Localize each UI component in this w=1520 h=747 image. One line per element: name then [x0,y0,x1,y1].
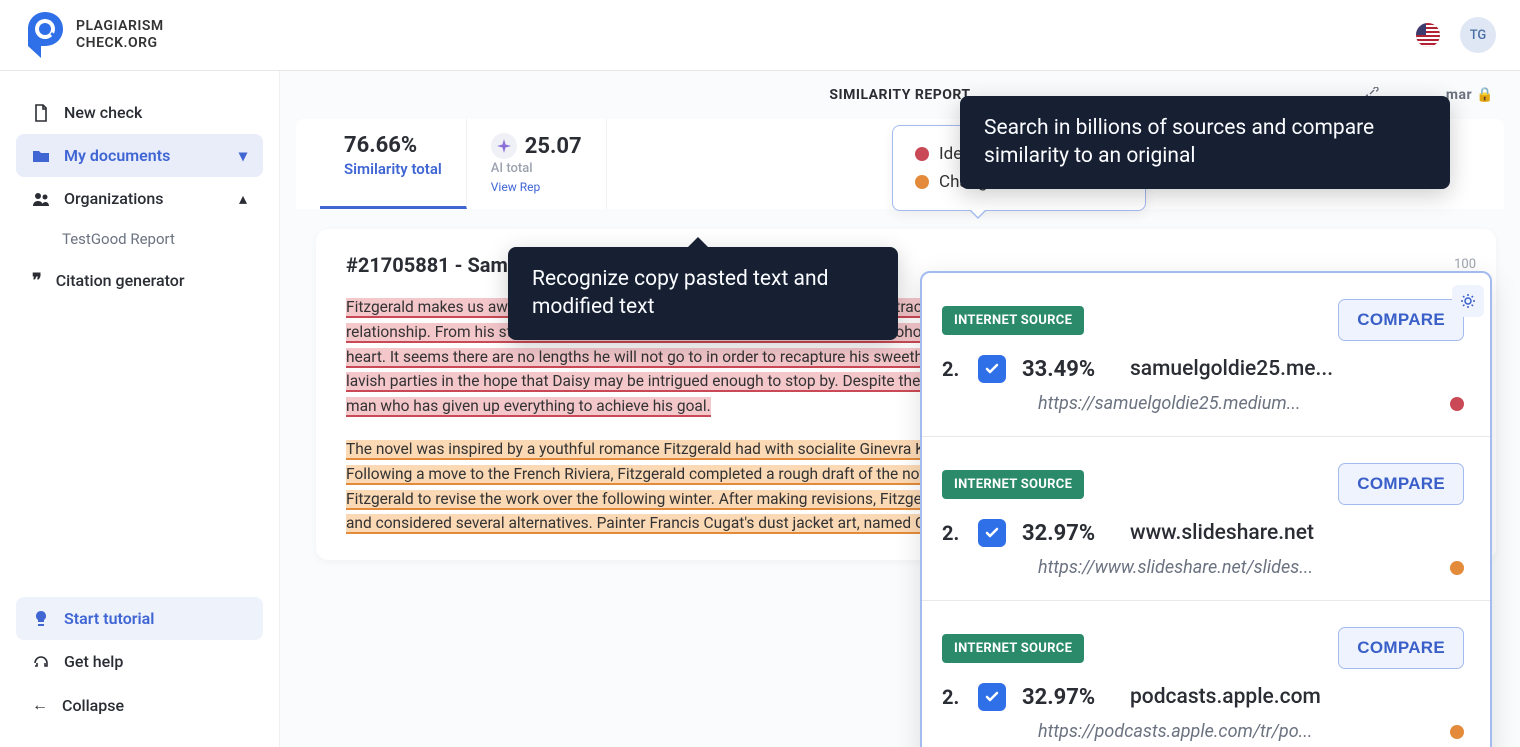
source-badge: INTERNET SOURCE [942,306,1084,335]
sources-panel: 76.66% INTERNET SOURCE COMPARE 2. 33.49%… [920,271,1492,747]
headset-icon [32,653,50,671]
sidebar-item-tutorial[interactable]: Start tutorial [16,597,263,640]
compare-button[interactable]: COMPARE [1338,299,1464,341]
gear-icon[interactable] [1452,285,1484,317]
source-badge: INTERNET SOURCE [942,634,1084,663]
logo-icon [24,12,66,58]
arrow-left-icon: ← [32,695,48,715]
source-checkbox[interactable] [978,519,1006,547]
source-type-dot-icon [1450,397,1464,411]
tooltip-search-sources: Search in billions of sources and compar… [960,96,1450,189]
source-number: 2. [942,357,962,381]
sidebar-sub-testgood[interactable]: TestGood Report [16,220,263,258]
source-badge: INTERNET SOURCE [942,470,1084,499]
source-url[interactable]: https://www.slideshare.net/slides... [1038,557,1313,578]
right-tab-label: mar 🔒 [1446,87,1494,103]
source-percent: 32.97% [1022,521,1114,546]
sparkle-icon [491,133,517,159]
source-domain[interactable]: samuelgoldie25.me... [1130,357,1333,381]
compare-button[interactable]: COMPARE [1338,627,1464,669]
source-url[interactable]: https://samuelgoldie25.medium... [1038,393,1301,414]
source-percent: 33.49% [1022,357,1114,382]
sidebar-item-label: Organizations [64,189,164,208]
folder-icon [32,147,50,165]
metric-similarity[interactable]: 76.66% Similarity total [320,119,467,209]
source-url[interactable]: https://podcasts.apple.com/tr/po... [1038,721,1312,742]
zoom-level: 100 [1454,257,1476,272]
source-number: 2. [942,521,962,545]
source-percent: 32.97% [1022,685,1114,710]
sidebar-item-label: My documents [64,146,170,165]
source-domain[interactable]: www.slideshare.net [1130,521,1314,545]
ai-label: AI total [491,161,582,176]
sidebar: New check My documents ▾ Organizations ▴… [0,71,280,747]
source-item: INTERNET SOURCE COMPARE 2. 32.97% www.sl… [922,437,1490,601]
source-checkbox[interactable] [978,355,1006,383]
changed-dot-icon [915,175,929,189]
identical-dot-icon [915,147,929,161]
similarity-percent: 76.66% [344,133,442,158]
tooltip-recognize-text: Recognize copy pasted text and modified … [508,247,898,340]
chevron-down-icon: ▾ [239,146,247,165]
source-type-dot-icon [1450,561,1464,575]
sidebar-item-organizations[interactable]: Organizations ▴ [16,177,263,220]
sidebar-item-label: New check [64,103,142,122]
sidebar-item-label: Get help [64,652,123,671]
document-icon [32,104,50,122]
people-icon [32,190,50,208]
ai-percent: 25.07 [525,134,582,159]
brand-logo: PLAGIARISM CHECK.ORG [24,12,164,58]
view-report-link[interactable]: View Rep [491,180,540,194]
source-number: 2. [942,685,962,709]
locale-flag-icon[interactable] [1416,23,1440,47]
source-type-dot-icon [1450,725,1464,739]
sidebar-item-collapse[interactable]: ← Collapse [16,683,263,727]
quote-icon: ❞ [32,270,42,291]
sidebar-item-label: Collapse [62,696,124,715]
metric-ai[interactable]: 25.07 AI total View Rep [467,119,607,209]
lock-icon: 🔒 [1476,87,1494,103]
sidebar-item-my-documents[interactable]: My documents ▾ [16,134,263,177]
brand-line1: PLAGIARISM [76,18,164,35]
sidebar-item-label: Citation generator [56,271,185,290]
sidebar-item-help[interactable]: Get help [16,640,263,683]
source-item: INTERNET SOURCE COMPARE 2. 33.49% samuel… [922,273,1490,437]
source-domain[interactable]: podcasts.apple.com [1130,685,1321,709]
sidebar-item-new-check[interactable]: New check [16,91,263,134]
user-avatar[interactable]: TG [1460,17,1496,53]
sidebar-item-label: Start tutorial [64,609,154,628]
compare-button[interactable]: COMPARE [1338,463,1464,505]
brand-line2: CHECK.ORG [76,35,164,52]
source-item: INTERNET SOURCE COMPARE 2. 32.97% podcas… [922,601,1490,747]
lightbulb-icon [32,610,50,628]
sidebar-item-citation[interactable]: ❞ Citation generator [16,258,263,303]
similarity-label: Similarity total [344,160,442,178]
source-checkbox[interactable] [978,683,1006,711]
chevron-up-icon: ▴ [239,189,247,208]
